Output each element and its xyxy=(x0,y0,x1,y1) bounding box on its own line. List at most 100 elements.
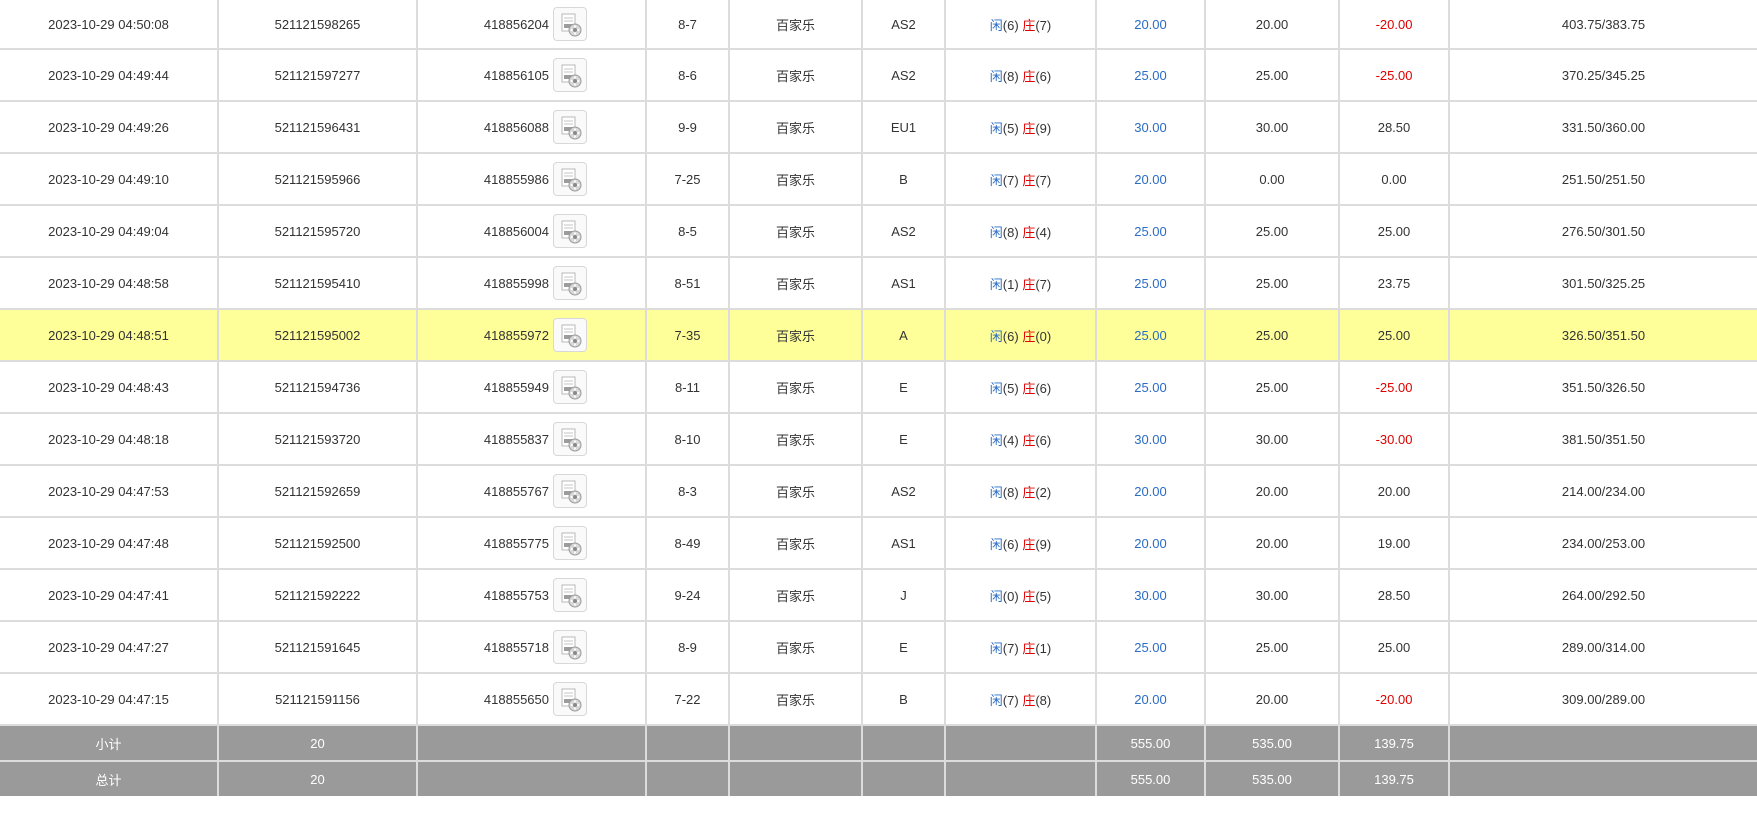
bet-time: 2023-10-29 04:49:44 xyxy=(0,48,219,102)
table-name: AS1 xyxy=(861,256,946,310)
balance-before-after: 276.50/301.50 xyxy=(1448,204,1757,258)
bet-time: 2023-10-29 04:49:04 xyxy=(0,204,219,258)
round-cell: 418855767 xyxy=(416,464,647,518)
video-replay-icon[interactable] xyxy=(553,318,587,352)
round-id: 418855718 xyxy=(483,639,549,655)
round-id: 418855753 xyxy=(483,587,549,603)
table-row: 2023-10-29 04:47:41 521121592222 4188557… xyxy=(0,568,1757,622)
win-loss: 25.00 xyxy=(1338,620,1450,674)
round-id: 418855986 xyxy=(483,171,549,187)
win-loss: 0.00 xyxy=(1338,152,1450,206)
player-score: (8) xyxy=(1002,484,1019,500)
shoe-number: 9-24 xyxy=(645,568,730,622)
bet-id: 521121595410 xyxy=(217,256,418,310)
game-name: 百家乐 xyxy=(728,308,863,362)
table-name: AS2 xyxy=(861,464,946,518)
bet-time: 2023-10-29 04:47:48 xyxy=(0,516,219,570)
win-loss: 23.75 xyxy=(1338,256,1450,310)
balance-before-after: 301.50/325.25 xyxy=(1448,256,1757,310)
player-label: 闲 xyxy=(989,588,1003,604)
game-name: 百家乐 xyxy=(728,516,863,570)
bet-id: 521121595720 xyxy=(217,204,418,258)
shoe-number: 9-9 xyxy=(645,100,730,154)
banker-label: 庄 xyxy=(1022,172,1036,188)
shoe-number: 7-35 xyxy=(645,308,730,362)
round-cell: 418856004 xyxy=(416,204,647,258)
player-score: (7) xyxy=(1002,172,1019,188)
shoe-number: 8-6 xyxy=(645,48,730,102)
round-cell: 418855718 xyxy=(416,620,647,674)
win-loss: 20.00 xyxy=(1338,464,1450,518)
table-name: EU1 xyxy=(861,100,946,154)
subtotal-row: 小计 20 555.00 535.00 139.75 xyxy=(0,724,1757,762)
player-label: 闲 xyxy=(989,692,1003,708)
table-row: 2023-10-29 04:48:43 521121594736 4188559… xyxy=(0,360,1757,414)
result-cell: 闲(8) 庄(2) xyxy=(944,464,1097,518)
valid-bet: 25.00 xyxy=(1204,256,1340,310)
player-label: 闲 xyxy=(989,276,1003,292)
balance-before-after: 403.75/383.75 xyxy=(1448,0,1757,50)
bet-id: 521121591156 xyxy=(217,672,418,726)
bet-time: 2023-10-29 04:49:10 xyxy=(0,152,219,206)
bet-amount: 30.00 xyxy=(1095,412,1206,466)
player-label: 闲 xyxy=(989,432,1003,448)
banker-score: (5) xyxy=(1035,588,1052,604)
video-replay-icon[interactable] xyxy=(553,110,587,144)
bet-amount: 25.00 xyxy=(1095,620,1206,674)
video-replay-icon[interactable] xyxy=(553,58,587,92)
bet-amount: 20.00 xyxy=(1095,464,1206,518)
video-replay-icon[interactable] xyxy=(553,7,587,41)
game-name: 百家乐 xyxy=(728,464,863,518)
video-replay-icon[interactable] xyxy=(553,682,587,716)
round-cell: 418855998 xyxy=(416,256,647,310)
table-body: 2023-10-29 04:50:08 521121598265 4188562… xyxy=(0,0,1757,726)
bet-time: 2023-10-29 04:47:53 xyxy=(0,464,219,518)
player-label: 闲 xyxy=(989,172,1003,188)
video-replay-icon[interactable] xyxy=(553,630,587,664)
bet-time: 2023-10-29 04:47:27 xyxy=(0,620,219,674)
player-score: (8) xyxy=(1002,224,1019,240)
banker-label: 庄 xyxy=(1022,17,1036,33)
balance-before-after: 370.25/345.25 xyxy=(1448,48,1757,102)
video-replay-icon[interactable] xyxy=(553,266,587,300)
banker-score: (0) xyxy=(1035,328,1052,344)
round-id: 418856088 xyxy=(483,119,549,135)
total-row: 总计 20 555.00 535.00 139.75 xyxy=(0,760,1757,796)
bet-id: 521121594736 xyxy=(217,360,418,414)
result-cell: 闲(7) 庄(8) xyxy=(944,672,1097,726)
bet-id: 521121593720 xyxy=(217,412,418,466)
balance-before-after: 351.50/326.50 xyxy=(1448,360,1757,414)
valid-bet: 25.00 xyxy=(1204,620,1340,674)
round-id: 418855972 xyxy=(483,327,549,343)
bet-id: 521121598265 xyxy=(217,0,418,50)
player-score: (5) xyxy=(1002,380,1019,396)
win-loss: 28.50 xyxy=(1338,100,1450,154)
player-score: (4) xyxy=(1002,432,1019,448)
balance-before-after: 326.50/351.50 xyxy=(1448,308,1757,362)
player-label: 闲 xyxy=(989,536,1003,552)
valid-bet: 25.00 xyxy=(1204,48,1340,102)
banker-label: 庄 xyxy=(1022,692,1036,708)
valid-bet: 20.00 xyxy=(1204,0,1340,50)
round-cell: 418855986 xyxy=(416,152,647,206)
table-name: B xyxy=(861,672,946,726)
video-replay-icon[interactable] xyxy=(553,526,587,560)
bet-amount: 20.00 xyxy=(1095,0,1206,50)
bet-time: 2023-10-29 04:47:15 xyxy=(0,672,219,726)
video-replay-icon[interactable] xyxy=(553,370,587,404)
banker-label: 庄 xyxy=(1022,276,1036,292)
video-replay-icon[interactable] xyxy=(553,214,587,248)
video-replay-icon[interactable] xyxy=(553,578,587,612)
round-id: 418856004 xyxy=(483,223,549,239)
valid-bet: 25.00 xyxy=(1204,308,1340,362)
win-loss: -20.00 xyxy=(1338,672,1450,726)
video-replay-icon[interactable] xyxy=(553,162,587,196)
table-row: 2023-10-29 04:48:58 521121595410 4188559… xyxy=(0,256,1757,310)
video-replay-icon[interactable] xyxy=(553,422,587,456)
total-count: 20 xyxy=(217,760,418,796)
video-replay-icon[interactable] xyxy=(553,474,587,508)
win-loss: 25.00 xyxy=(1338,204,1450,258)
round-cell: 418855949 xyxy=(416,360,647,414)
banker-score: (7) xyxy=(1035,17,1052,33)
balance-before-after: 234.00/253.00 xyxy=(1448,516,1757,570)
